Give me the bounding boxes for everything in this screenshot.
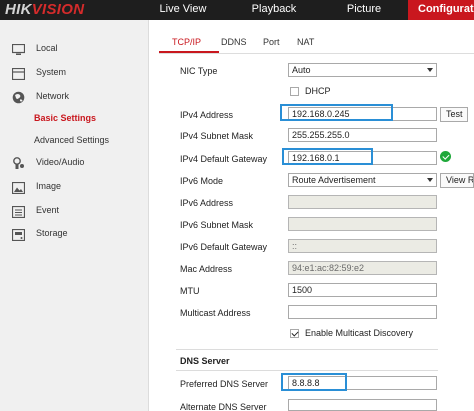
ipv4-gateway-highlight [282, 148, 373, 165]
sidebar-item-label: Storage [36, 228, 68, 238]
mtu-label: MTU [180, 286, 200, 296]
sidebar-item-system[interactable]: System [0, 61, 148, 83]
storage-icon [11, 227, 26, 242]
system-icon [11, 66, 26, 81]
sidebar-item-label: Local [36, 43, 58, 53]
globe-icon [12, 90, 25, 104]
ipv4-address-highlight [280, 104, 393, 121]
ipv6-mode-label: IPv6 Mode [180, 176, 224, 186]
dns-section-title: DNS Server [180, 356, 230, 366]
preferred-dns-label: Preferred DNS Server [180, 379, 269, 389]
nic-type-label: NIC Type [180, 66, 218, 76]
logo-accent: VISION [31, 1, 85, 18]
ipv6-gateway-field: :: [288, 239, 437, 253]
sidebar-item-label: Image [36, 181, 62, 191]
alternate-dns-label: Alternate DNS Server [180, 402, 267, 411]
ipv6-mode-select[interactable]: Route Advertisement [288, 173, 437, 187]
nav-configuration[interactable]: Configuratio [408, 0, 474, 20]
sidebar-item-storage[interactable]: Storage [0, 222, 148, 244]
event-icon [11, 204, 26, 219]
ipv6-mode-value: Route Advertisement [292, 175, 376, 185]
nav-picture[interactable]: Picture [330, 0, 398, 20]
dns-section-divider [176, 349, 438, 350]
ipv6-subnet-field [288, 217, 437, 231]
tab-ddns[interactable]: DDNS [221, 31, 247, 53]
test-button[interactable]: Test [440, 107, 468, 122]
sidebar-item-label: Advanced Settings [34, 135, 110, 145]
hikvision-logo: HIKVISION [5, 1, 84, 18]
multicast-discovery-checkbox[interactable] [290, 329, 299, 338]
ipv6-address-field [288, 195, 437, 209]
alternate-dns-field[interactable] [288, 399, 437, 411]
logo-main: HIK [5, 1, 32, 18]
sidebar-item-advanced-settings[interactable]: Advanced Settings [0, 129, 148, 151]
ipv6-gateway-label: IPv6 Default Gateway [180, 242, 268, 252]
image-icon [11, 180, 26, 195]
video-audio-icon [12, 156, 25, 169]
tab-port[interactable]: Port [263, 31, 280, 53]
tab-divider [159, 53, 474, 54]
sidebar-item-basic-settings[interactable]: Basic Settings [0, 107, 148, 129]
ipv4-subnet-field[interactable]: 255.255.255.0 [288, 128, 437, 142]
sidebar-item-local[interactable]: Local [0, 37, 148, 59]
sidebar-item-label: System [36, 67, 67, 77]
tab-tcp-ip[interactable]: TCP/IP [172, 31, 201, 53]
nav-playback[interactable]: Playback [236, 0, 312, 20]
mac-address-field: 94:e1:ac:82:59:e2 [288, 261, 437, 275]
dhcp-label: DHCP [305, 86, 331, 96]
chevron-down-icon [427, 68, 433, 72]
ipv4-gateway-label: IPv4 Default Gateway [180, 154, 268, 164]
sidebar-item-image[interactable]: Image [0, 175, 148, 197]
dhcp-checkbox[interactable] [290, 87, 299, 96]
multicast-address-label: Multicast Address [180, 308, 251, 318]
check-circle-icon [440, 151, 451, 162]
sidebar-item-label: Basic Settings [34, 113, 97, 123]
sidebar-item-label: Network [36, 91, 70, 101]
top-bar: HIKVISION Live View Playback Picture Con… [0, 0, 474, 20]
sidebar-item-event[interactable]: Event [0, 199, 148, 221]
ipv4-address-label: IPv4 Address [180, 110, 234, 120]
mac-address-label: Mac Address [180, 264, 233, 274]
mtu-field[interactable]: 1500 [288, 283, 437, 297]
ipv6-subnet-label: IPv6 Subnet Mask [180, 220, 254, 230]
dns-title-divider [176, 370, 438, 371]
preferred-dns-highlight [281, 373, 347, 391]
sidebar-item-video-audio[interactable]: Video/Audio [0, 151, 148, 173]
sidebar-item-network[interactable]: Network [0, 85, 148, 107]
nic-type-value: Auto [292, 65, 311, 75]
sidebar-item-label: Video/Audio [36, 157, 85, 167]
monitor-icon [11, 42, 26, 55]
multicast-discovery-label: Enable Multicast Discovery [305, 328, 414, 338]
sidebar-item-label: Event [36, 205, 60, 215]
view-route-button[interactable]: View R [440, 173, 474, 188]
nic-type-select[interactable]: Auto [288, 63, 437, 77]
ipv4-subnet-label: IPv4 Subnet Mask [180, 131, 254, 141]
tab-nat[interactable]: NAT [297, 31, 314, 53]
chevron-down-icon [427, 178, 433, 182]
multicast-address-field[interactable] [288, 305, 437, 319]
ipv6-address-label: IPv6 Address [180, 198, 234, 208]
nav-live-view[interactable]: Live View [148, 0, 218, 20]
